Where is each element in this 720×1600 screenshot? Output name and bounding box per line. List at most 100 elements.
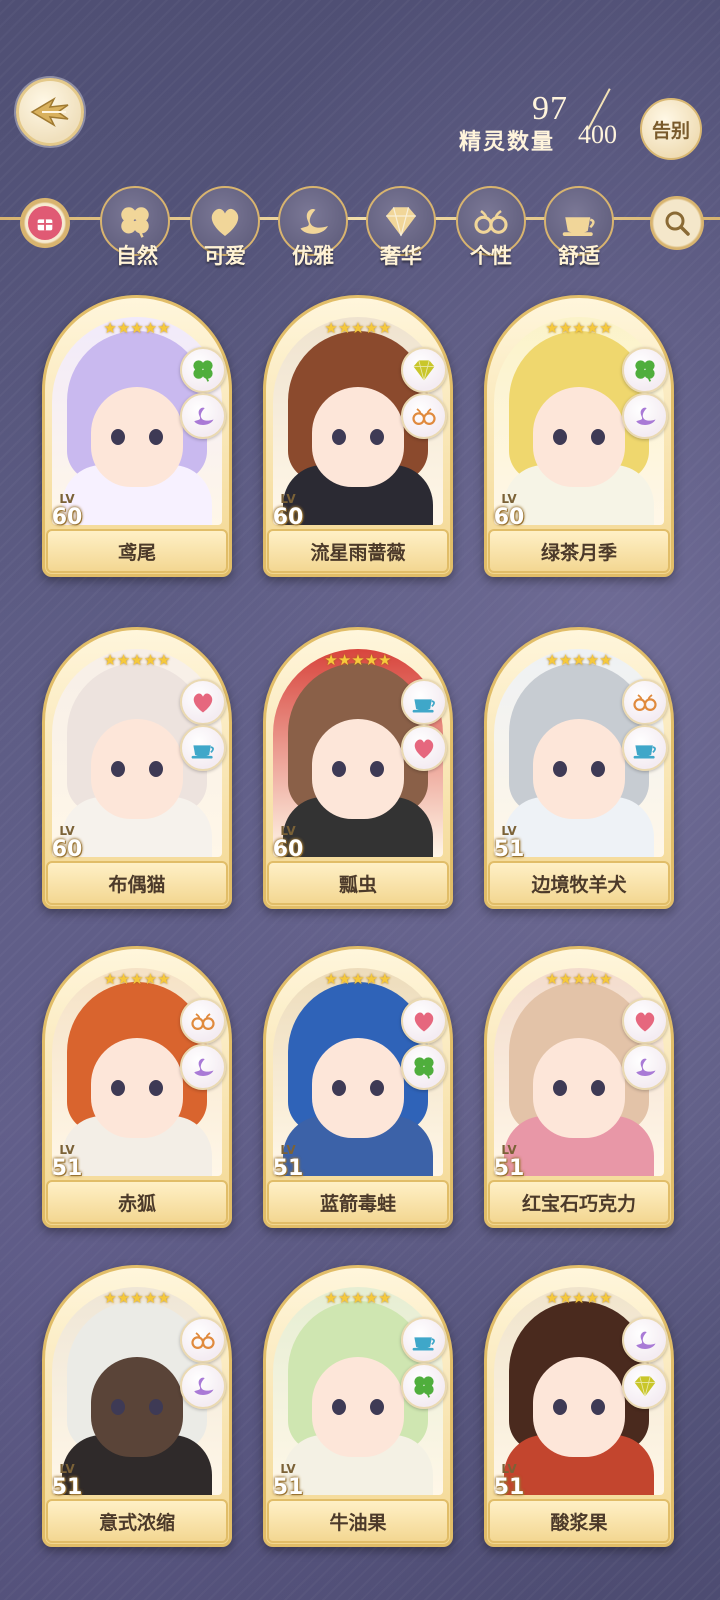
swan-tag <box>180 1363 226 1409</box>
diamond-tag <box>622 1363 668 1409</box>
farewell-button[interactable]: 告别 <box>640 98 702 160</box>
level-value: 60 <box>493 505 525 530</box>
teacup-tag <box>401 679 447 725</box>
level-value: 51 <box>493 1156 525 1181</box>
diamond-icon <box>413 360 435 381</box>
swan-tag <box>622 393 668 439</box>
level-label: LV <box>59 492 75 506</box>
level-value: 51 <box>51 1156 83 1181</box>
spirit-card[interactable]: ★★★★★ LV 51 边境牧羊犬 <box>484 627 674 909</box>
filter-label: 奢华 <box>380 244 422 268</box>
swan-icon <box>194 1377 214 1395</box>
spirit-card[interactable]: ★★★★★ LV 51 红宝石巧克力 <box>484 946 674 1228</box>
star-rating: ★★★★★ <box>103 970 171 988</box>
teacup-icon <box>191 745 214 759</box>
clover-icon <box>121 207 149 238</box>
teacup-tag <box>622 725 668 771</box>
spirit-card[interactable]: ★★★★★ LV 60 布偶猫 <box>42 627 232 909</box>
glasses-icon <box>474 210 508 234</box>
level-value: 51 <box>493 1475 525 1500</box>
spirit-card[interactable]: ★★★★★ LV 51 赤狐 <box>42 946 232 1228</box>
spirit-name: 绿茶月季 <box>488 529 670 573</box>
clover-icon <box>193 360 213 382</box>
star-rating: ★★★★★ <box>103 319 171 337</box>
star-rating: ★★★★★ <box>545 1289 613 1307</box>
spirit-card[interactable]: ★★★★★ LV 51 蓝箭毒蛙 <box>263 946 453 1228</box>
clover-tag <box>180 347 226 393</box>
teacup-icon <box>633 745 656 759</box>
heart-tag <box>622 998 668 1044</box>
clover-tag <box>401 1044 447 1090</box>
spirit-name: 酸浆果 <box>488 1499 670 1543</box>
level-label: LV <box>280 492 296 506</box>
back-arrow-icon <box>30 97 69 127</box>
level-value: 51 <box>51 1475 83 1500</box>
heart-tag <box>180 679 226 725</box>
spirit-name: 蓝箭毒蛙 <box>267 1180 449 1224</box>
star-rating: ★★★★★ <box>545 970 613 988</box>
level-value: 60 <box>272 505 304 530</box>
level-label: LV <box>59 1462 75 1476</box>
clover-icon <box>414 1376 434 1398</box>
heart-tag <box>401 998 447 1044</box>
back-button[interactable] <box>16 78 84 146</box>
swan-icon <box>636 1058 656 1076</box>
spirit-card[interactable]: ★★★★★ LV 51 牛油果 <box>263 1265 453 1547</box>
level-label: LV <box>280 824 296 838</box>
gift-button[interactable] <box>20 198 70 248</box>
spirit-card[interactable]: ★★★★★ LV 60 鸢尾 <box>42 295 232 577</box>
diamond-icon <box>386 207 416 237</box>
spirit-name: 意式浓缩 <box>46 1499 228 1543</box>
level-value: 51 <box>272 1156 304 1181</box>
heart-tag <box>401 725 447 771</box>
glasses-icon <box>191 1013 215 1030</box>
heart-icon <box>635 1012 655 1032</box>
spirit-card[interactable]: ★★★★★ LV 60 绿茶月季 <box>484 295 674 577</box>
spirit-count-value: 97 <box>532 90 568 127</box>
star-rating: ★★★★★ <box>324 970 392 988</box>
glasses-tag <box>180 1317 226 1363</box>
teacup-icon <box>562 217 595 236</box>
level-label: LV <box>280 1462 296 1476</box>
clover-icon <box>414 1057 434 1079</box>
search-icon <box>665 211 690 236</box>
heart-icon <box>193 693 213 713</box>
spirit-name: 赤狐 <box>46 1180 228 1224</box>
star-rating: ★★★★★ <box>103 651 171 669</box>
level-value: 51 <box>493 837 525 862</box>
level-label: LV <box>59 1143 75 1157</box>
level-label: LV <box>501 492 517 506</box>
spirit-name: 牛油果 <box>267 1499 449 1543</box>
glasses-icon <box>191 1332 215 1349</box>
swan-icon <box>194 1058 214 1076</box>
swan-tag <box>622 1317 668 1363</box>
spirit-card[interactable]: ★★★★★ LV 51 酸浆果 <box>484 1265 674 1547</box>
spirit-count-total: 400 <box>578 120 617 149</box>
teacup-tag <box>180 725 226 771</box>
clover-tag <box>401 1363 447 1409</box>
spirit-name: 鸢尾 <box>46 529 228 573</box>
swan-icon <box>636 407 656 425</box>
level-value: 51 <box>272 1475 304 1500</box>
level-value: 60 <box>272 837 304 862</box>
filter-label: 个性 <box>470 244 512 268</box>
spirit-name: 红宝石巧克力 <box>488 1180 670 1224</box>
glasses-icon <box>633 694 657 711</box>
teacup-icon <box>412 699 435 713</box>
spirit-card[interactable]: ★★★★★ LV 60 瓢虫 <box>263 627 453 909</box>
spirit-card[interactable]: ★★★★★ LV 60 流星雨蔷薇 <box>263 295 453 577</box>
glasses-tag <box>180 998 226 1044</box>
gift-icon <box>28 206 62 240</box>
filter-label: 可爱 <box>204 244 246 268</box>
star-rating: ★★★★★ <box>545 319 613 337</box>
swan-tag <box>180 1044 226 1090</box>
level-label: LV <box>59 824 75 838</box>
spirit-card[interactable]: ★★★★★ LV 51 意式浓缩 <box>42 1265 232 1547</box>
heart-icon <box>414 739 434 759</box>
glasses-tag <box>622 679 668 725</box>
search-button[interactable] <box>650 196 704 250</box>
teacup-tag <box>401 1317 447 1363</box>
star-rating: ★★★★★ <box>324 1289 392 1307</box>
swan-icon <box>194 407 214 425</box>
star-rating: ★★★★★ <box>103 1289 171 1307</box>
